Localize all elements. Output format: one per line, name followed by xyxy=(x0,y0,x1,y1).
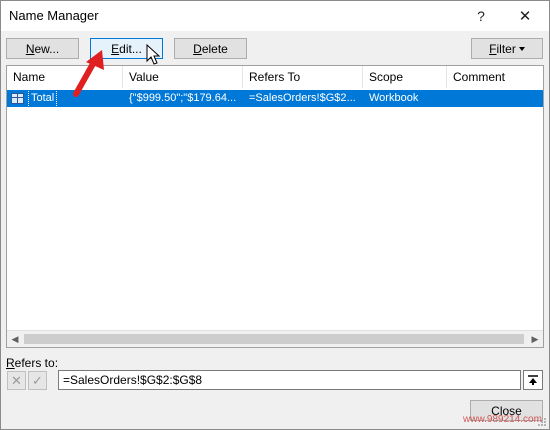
delete-button-label: elete xyxy=(201,41,228,56)
collapse-dialog-button[interactable] xyxy=(523,370,543,390)
filter-button-label: ilter xyxy=(496,41,516,56)
column-header-scope[interactable]: Scope xyxy=(363,66,447,88)
row-name-text: Total xyxy=(28,90,58,107)
column-header-refers-to[interactable]: Refers To xyxy=(243,66,363,88)
column-header-comment[interactable]: Comment xyxy=(447,66,543,88)
scroll-left-icon[interactable]: ◀ xyxy=(7,331,23,347)
mouse-cursor-icon xyxy=(146,44,161,65)
refers-to-input[interactable] xyxy=(58,370,521,390)
new-button[interactable]: New... xyxy=(6,38,79,59)
edit-button-label: dit... xyxy=(119,41,142,56)
horizontal-scrollbar[interactable]: ◀ ▶ xyxy=(7,330,543,347)
confirm-edit-icon[interactable]: ✓ xyxy=(28,371,47,390)
cell-scope: Workbook xyxy=(369,92,419,104)
chevron-down-icon xyxy=(518,46,525,51)
filter-button[interactable]: Filter xyxy=(471,38,543,59)
delete-button-accel: D xyxy=(193,41,202,56)
new-button-label: ew... xyxy=(34,41,60,56)
help-button[interactable]: ? xyxy=(461,1,501,31)
column-header-value[interactable]: Value xyxy=(123,66,243,88)
filter-button-accel: F xyxy=(489,41,497,56)
watermark: www.989214.com xyxy=(463,414,542,425)
dialog-title: Name Manager xyxy=(9,8,99,23)
delete-button[interactable]: Delete xyxy=(174,38,247,59)
close-window-button[interactable]: ✕ xyxy=(505,1,545,31)
cell-refers-to: =SalesOrders!$G$2... xyxy=(249,92,356,104)
table-icon xyxy=(11,93,24,104)
cancel-edit-icon[interactable]: ✕ xyxy=(7,371,26,390)
collapse-dialog-icon xyxy=(528,375,538,385)
new-button-accel: N xyxy=(25,41,35,56)
refers-to-label: Refers to: xyxy=(6,356,58,370)
edit-button-accel: E xyxy=(111,41,120,56)
refers-to-label-text: efers to: xyxy=(14,356,59,370)
scroll-right-icon[interactable]: ▶ xyxy=(527,331,543,347)
names-list[interactable]: Name Value Refers To Scope Comment Total… xyxy=(6,65,544,348)
red-arrow-icon xyxy=(73,50,104,97)
cell-comment xyxy=(447,90,543,107)
cell-value: {"$999.50";"$179.64... xyxy=(129,92,237,104)
title-bar: Name Manager ? ✕ xyxy=(1,1,549,31)
scrollbar-thumb[interactable] xyxy=(24,334,524,344)
refers-to-accel: R xyxy=(6,356,15,370)
